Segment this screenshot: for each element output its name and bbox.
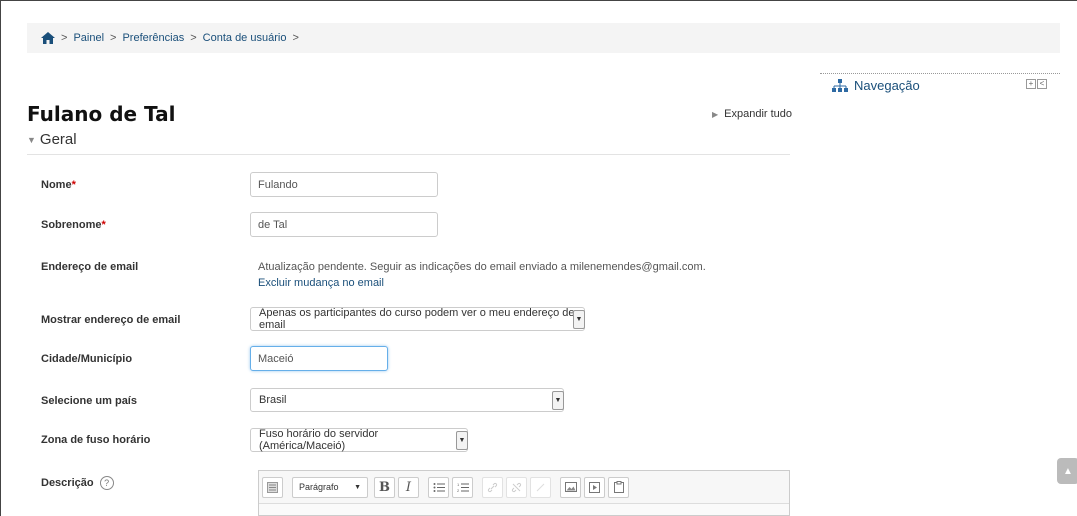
insert-image-icon[interactable] bbox=[560, 476, 581, 498]
insert-media-icon[interactable] bbox=[584, 476, 605, 498]
dropdown-arrow-icon: ▼ bbox=[456, 431, 468, 450]
first-name-label-text: Nome bbox=[41, 179, 72, 191]
show-email-label: Mostrar endereço de email bbox=[41, 314, 181, 326]
home-icon[interactable] bbox=[41, 32, 55, 44]
navigation-block-header: Navegação bbox=[832, 78, 920, 93]
first-name-label: Nome* bbox=[41, 179, 76, 191]
navigation-block-controls: + < bbox=[1026, 79, 1047, 89]
numbered-list-icon[interactable]: 12 bbox=[452, 476, 473, 498]
chevron-down-icon: ▼ bbox=[354, 483, 361, 491]
show-email-value: Apenas os participantes do curso podem v… bbox=[259, 307, 575, 331]
insert-emoticon-icon[interactable] bbox=[530, 476, 551, 498]
svg-text:2: 2 bbox=[457, 488, 460, 493]
email-label: Endereço de email bbox=[41, 261, 139, 273]
sitemap-icon bbox=[832, 78, 848, 92]
description-label-text: Descrição bbox=[41, 477, 94, 489]
svg-text:1: 1 bbox=[457, 482, 460, 487]
required-marker: * bbox=[71, 179, 76, 191]
breadcrumb-item-painel[interactable]: Painel bbox=[73, 32, 104, 44]
manage-files-icon[interactable] bbox=[608, 476, 629, 498]
breadcrumb-separator: > bbox=[292, 32, 299, 44]
last-name-label-text: Sobrenome bbox=[41, 219, 102, 231]
help-icon[interactable]: ? bbox=[99, 476, 114, 490]
breadcrumb-separator: > bbox=[61, 32, 68, 44]
chevron-up-icon: ▲ bbox=[1063, 465, 1073, 477]
expand-all-label: Expandir tudo bbox=[724, 108, 793, 120]
page-title: Fulano de Tal bbox=[27, 102, 176, 126]
country-label: Selecione um país bbox=[41, 395, 137, 407]
city-label: Cidade/Município bbox=[41, 353, 133, 365]
section-divider bbox=[27, 154, 790, 155]
add-block-icon[interactable]: + bbox=[1026, 79, 1036, 89]
city-field[interactable]: Maceió bbox=[250, 346, 388, 371]
breadcrumb-item-conta[interactable]: Conta de usuário bbox=[203, 32, 287, 44]
breadcrumb-separator: > bbox=[190, 32, 197, 44]
italic-icon[interactable]: I bbox=[398, 476, 419, 498]
dropdown-arrow-icon: ▼ bbox=[552, 391, 564, 410]
cancel-email-change-link[interactable]: Excluir mudança no email bbox=[258, 277, 384, 289]
bullet-list-icon[interactable] bbox=[428, 476, 449, 498]
scroll-to-top-button[interactable]: ▲ bbox=[1057, 458, 1077, 484]
section-title: Geral bbox=[39, 131, 77, 148]
timezone-value: Fuso horário do servidor (América/Maceió… bbox=[259, 428, 379, 452]
section-header-geral[interactable]: ▼ Geral bbox=[27, 131, 77, 148]
timezone-select[interactable]: Fuso horário do servidor (América/Maceió… bbox=[250, 428, 468, 452]
breadcrumb-separator: > bbox=[110, 32, 117, 44]
block-divider bbox=[820, 73, 1060, 74]
toggle-toolbar-icon[interactable] bbox=[262, 476, 283, 498]
expand-triangle-icon: ▶ bbox=[712, 109, 719, 119]
navigation-title: Navegação bbox=[854, 78, 920, 93]
first-name-field[interactable]: Fulando bbox=[250, 172, 438, 197]
dock-block-icon[interactable]: < bbox=[1037, 79, 1047, 89]
bold-icon[interactable]: B bbox=[374, 476, 395, 498]
editor-toolbar: Parágrafo ▼ B I 12 bbox=[259, 471, 789, 504]
country-select[interactable]: Brasil ▼ bbox=[250, 388, 564, 412]
breadcrumb: > Painel > Preferências > Conta de usuár… bbox=[27, 23, 1060, 53]
description-label: Descrição ? bbox=[41, 476, 114, 490]
paragraph-format-select[interactable]: Parágrafo ▼ bbox=[292, 476, 368, 498]
expand-all-link[interactable]: ▶ Expandir tudo bbox=[712, 108, 792, 120]
collapse-triangle-icon: ▼ bbox=[27, 134, 36, 145]
paragraph-format-value: Parágrafo bbox=[299, 482, 339, 492]
required-marker: * bbox=[101, 219, 106, 231]
show-email-select[interactable]: Apenas os participantes do curso podem v… bbox=[250, 307, 585, 331]
dropdown-arrow-icon: ▼ bbox=[573, 310, 585, 329]
breadcrumb-item-preferencias[interactable]: Preferências bbox=[122, 32, 184, 44]
link-icon[interactable] bbox=[482, 476, 503, 498]
timezone-label: Zona de fuso horário bbox=[41, 434, 151, 446]
last-name-field[interactable]: de Tal bbox=[250, 212, 438, 237]
email-pending-text: Atualização pendente. Seguir as indicaçõ… bbox=[258, 261, 706, 273]
country-value: Brasil bbox=[259, 394, 287, 406]
last-name-label: Sobrenome* bbox=[41, 219, 106, 231]
description-editor[interactable]: Parágrafo ▼ B I 12 bbox=[258, 470, 790, 516]
unlink-icon[interactable] bbox=[506, 476, 527, 498]
